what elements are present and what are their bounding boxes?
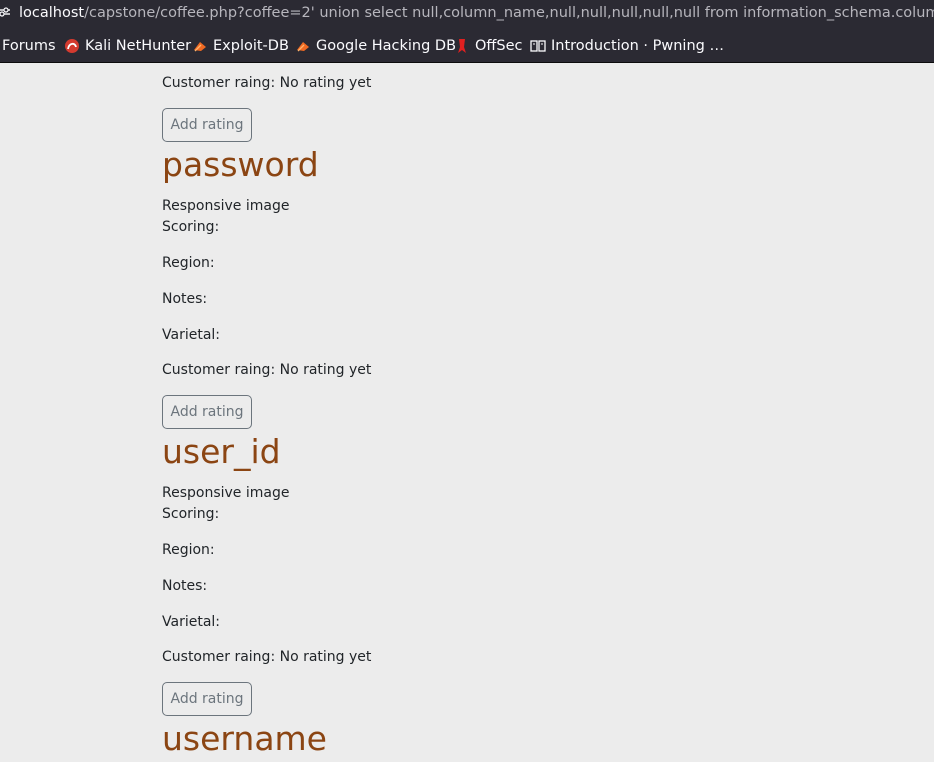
- bookmark-offsec[interactable]: OffSec: [454, 37, 523, 55]
- coffee-title: user_id: [162, 432, 281, 471]
- bookmark-label: Kali NetHunter: [85, 38, 192, 54]
- coffee-title: password: [162, 145, 319, 184]
- customer-rating: Customer raing: No rating yet: [162, 649, 372, 665]
- address-bar[interactable]: localhost/capstone/coffee.php?coffee=2' …: [0, 0, 934, 28]
- responsive-image-alt: Responsive image: [162, 485, 290, 501]
- add-rating-button[interactable]: Add rating: [162, 108, 252, 142]
- bookmark-exploit-db[interactable]: Exploit-DB: [192, 37, 289, 55]
- bookmark-label: Forums: [2, 38, 56, 54]
- kali-nethunter-icon: [65, 39, 79, 53]
- responsive-image-alt: Responsive image: [162, 198, 290, 214]
- url-host: localhost: [19, 5, 85, 21]
- bookmark-label: Google Hacking DB: [316, 38, 457, 54]
- url-path: /capstone/coffee.php?coffee=2' union sel…: [84, 5, 934, 21]
- scoring-label: Scoring:: [162, 506, 220, 522]
- bookmark-forums[interactable]: Forums: [2, 37, 56, 55]
- scoring-label: Scoring:: [162, 219, 220, 235]
- add-rating-button[interactable]: Add rating: [162, 395, 252, 429]
- exploit-db-icon: [194, 42, 206, 52]
- customer-rating: Customer raing: No rating yet: [162, 75, 372, 91]
- book-icon: [530, 40, 546, 52]
- bookmark-label: Exploit-DB: [213, 38, 289, 54]
- add-rating-button[interactable]: Add rating: [162, 682, 252, 716]
- exploit-db-icon: [297, 42, 309, 52]
- notes-label: Notes:: [162, 578, 208, 594]
- customer-rating: Customer raing: No rating yet: [162, 362, 372, 378]
- bookmark-label: Introduction · Pwning …: [551, 38, 724, 54]
- offsec-icon: [458, 39, 466, 53]
- site-settings-icon[interactable]: [0, 6, 10, 18]
- bookmark-kali-nethunter[interactable]: Kali NetHunter: [64, 37, 191, 55]
- varietal-label: Varietal:: [162, 614, 221, 630]
- bookmarks-toolbar: Forums Kali NetHunter Exploit-DB Google …: [0, 28, 934, 63]
- bookmark-label: OffSec: [475, 38, 523, 54]
- region-label: Region:: [162, 542, 215, 558]
- varietal-label: Varietal:: [162, 327, 221, 343]
- url-text[interactable]: localhost/capstone/coffee.php?coffee=2' …: [19, 4, 934, 22]
- bookmark-introduction-pwning[interactable]: Introduction · Pwning …: [530, 37, 724, 55]
- notes-label: Notes:: [162, 291, 208, 307]
- region-label: Region:: [162, 255, 215, 271]
- coffee-title: username: [162, 719, 327, 758]
- bookmark-google-hacking-db[interactable]: Google Hacking DB: [295, 37, 456, 55]
